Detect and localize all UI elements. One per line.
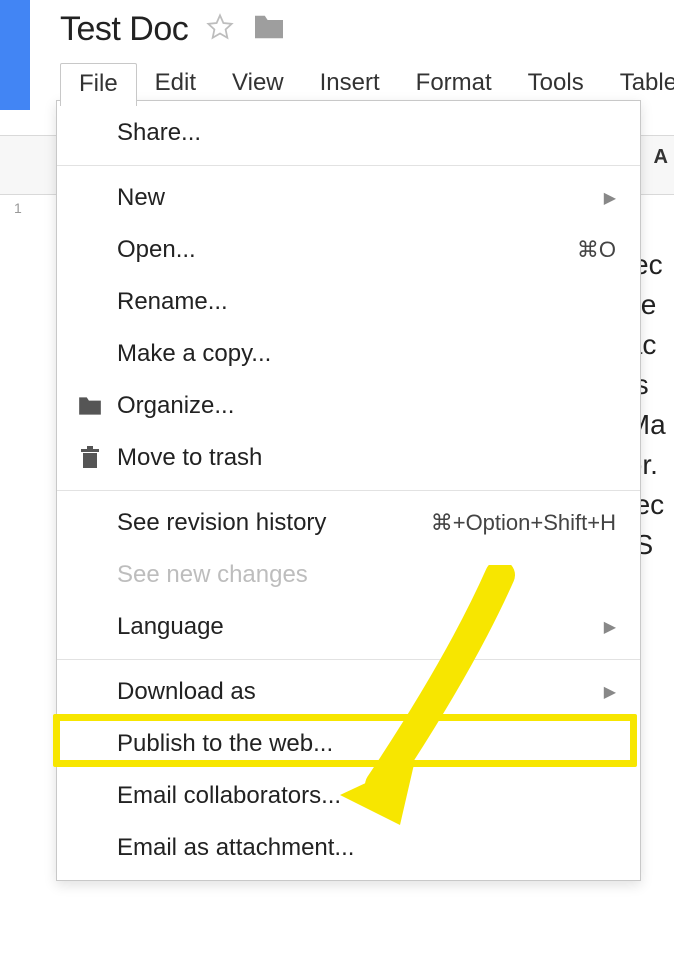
menu-separator bbox=[57, 659, 640, 660]
menu-item-rename[interactable]: Rename... bbox=[57, 276, 640, 328]
menu-item-organize[interactable]: Organize... bbox=[57, 380, 640, 432]
menu-item-email-collaborators[interactable]: Email collaborators... bbox=[57, 770, 640, 822]
submenu-caret-icon: ▶ bbox=[604, 617, 616, 637]
menu-item-new-changes: See new changes bbox=[57, 549, 640, 601]
menu-label: Email as attachment... bbox=[117, 834, 616, 862]
menu-label: See revision history bbox=[117, 509, 431, 537]
menu-label: Open... bbox=[117, 236, 577, 264]
menu-label: Share... bbox=[117, 119, 616, 147]
menu-item-open[interactable]: Open... ⌘O bbox=[57, 224, 640, 276]
menu-label: Download as bbox=[117, 678, 592, 706]
menu-item-email-attachment[interactable]: Email as attachment... bbox=[57, 822, 640, 874]
menu-file[interactable]: File bbox=[60, 63, 137, 106]
file-menu-dropdown: Share... New ▶ Open... ⌘O Rename... Make… bbox=[56, 100, 641, 881]
menu-item-new[interactable]: New ▶ bbox=[57, 172, 640, 224]
menu-label: Rename... bbox=[117, 288, 616, 316]
menu-item-trash[interactable]: Move to trash bbox=[57, 432, 640, 484]
header: Test Doc File Edit View Insert Format To… bbox=[60, 10, 674, 106]
menu-label: Email collaborators... bbox=[117, 782, 616, 810]
menu-item-revision-history[interactable]: See revision history ⌘+Option+Shift+H bbox=[57, 497, 640, 549]
menu-label: Organize... bbox=[117, 392, 616, 420]
menu-label: Move to trash bbox=[117, 444, 616, 472]
keyboard-shortcut: ⌘+Option+Shift+H bbox=[431, 510, 616, 536]
menu-item-language[interactable]: Language ▶ bbox=[57, 601, 640, 653]
menu-label: Language bbox=[117, 613, 592, 641]
folder-icon bbox=[75, 395, 105, 417]
document-title[interactable]: Test Doc bbox=[60, 10, 188, 49]
move-to-folder-icon[interactable] bbox=[252, 13, 286, 46]
menu-label: Make a copy... bbox=[117, 340, 616, 368]
menu-label: New bbox=[117, 184, 592, 212]
menu-label: See new changes bbox=[117, 561, 616, 589]
ruler-mark-1: 1 bbox=[14, 200, 22, 216]
menu-item-share[interactable]: Share... bbox=[57, 107, 640, 159]
toolbar-partial-button[interactable]: A bbox=[654, 146, 668, 169]
submenu-caret-icon: ▶ bbox=[604, 188, 616, 208]
trash-icon bbox=[75, 446, 105, 470]
menu-separator bbox=[57, 490, 640, 491]
app-logo-strip bbox=[0, 0, 30, 110]
star-icon[interactable] bbox=[206, 13, 234, 46]
menu-item-download-as[interactable]: Download as ▶ bbox=[57, 666, 640, 718]
keyboard-shortcut: ⌘O bbox=[577, 237, 616, 263]
menu-item-publish-to-web[interactable]: Publish to the web... bbox=[57, 718, 640, 770]
menu-separator bbox=[57, 165, 640, 166]
submenu-caret-icon: ▶ bbox=[604, 682, 616, 702]
menu-item-make-copy[interactable]: Make a copy... bbox=[57, 328, 640, 380]
menu-label: Publish to the web... bbox=[117, 730, 616, 758]
